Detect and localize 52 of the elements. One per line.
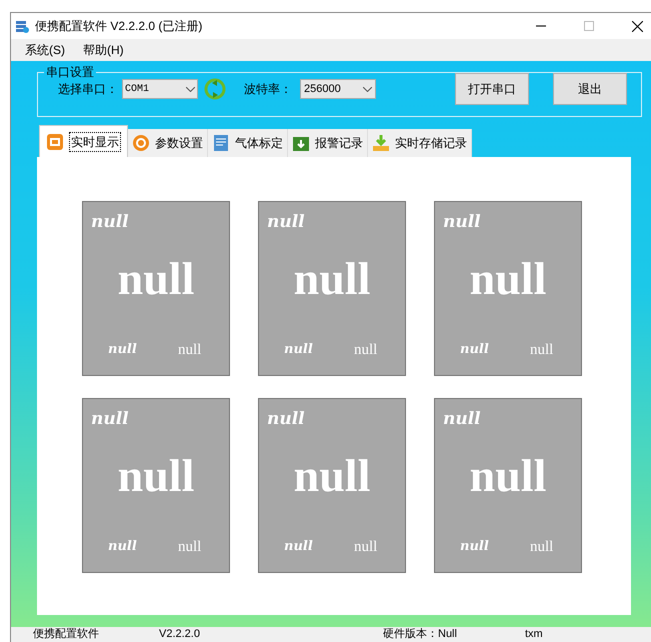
sensor-name: null: [267, 408, 305, 431]
tab-icon: [132, 134, 150, 152]
sensor-value: null: [468, 256, 548, 302]
caret-icon: [186, 86, 195, 92]
baud-dropdown[interactable]: 256000: [300, 79, 376, 99]
baud-label: 波特率：: [244, 81, 292, 98]
sensor-status: null: [178, 538, 202, 556]
sensor-value: null: [116, 256, 196, 302]
tab-icon: [372, 134, 390, 152]
sensor-name: null: [443, 211, 481, 234]
sensor-name: null: [91, 211, 129, 234]
caret-icon: [363, 86, 372, 92]
sensor-status: null: [354, 340, 378, 360]
tab-icon: [292, 134, 310, 152]
tab[interactable]: 实时存储记录: [368, 129, 472, 157]
sensor-status: null: [178, 340, 202, 360]
sensor-status: null: [354, 538, 378, 556]
sensor-value: null: [468, 453, 548, 499]
sensor-status: null: [530, 340, 554, 360]
status-text: V2.2.2.0: [159, 627, 201, 642]
sensor-unit: null: [460, 340, 489, 358]
sensor-name: null: [91, 408, 129, 431]
status-text: txm: [525, 627, 543, 642]
sensor-value: null: [116, 453, 196, 499]
sensor-unit: null: [460, 538, 489, 556]
button[interactable]: 退出: [553, 73, 627, 105]
status-text: 便携配置软件: [33, 626, 100, 642]
sensor-name: null: [267, 211, 305, 234]
tab-icon: [46, 132, 64, 150]
tab[interactable]: 实时显示: [39, 125, 128, 157]
sensor-unit: null: [108, 340, 137, 358]
button[interactable]: 打开串口: [455, 73, 529, 105]
tab[interactable]: 气体标定: [208, 129, 288, 157]
tab[interactable]: 报警记录: [288, 129, 368, 157]
tab-icon: [212, 134, 230, 152]
sensor-unit: null: [108, 538, 137, 556]
sensor-name: null: [443, 408, 481, 431]
status-text: 硬件版本：Null: [383, 627, 458, 642]
app-icon: [15, 19, 29, 33]
sensor-status: null: [530, 538, 554, 556]
port-dropdown[interactable]: COM1: [122, 79, 198, 99]
close-icon[interactable]: [632, 20, 643, 32]
menu-item[interactable]: 帮助(H): [83, 41, 124, 59]
group-title: 串口设置: [45, 64, 95, 81]
menu-item[interactable]: 系统(S): [25, 41, 65, 59]
port-label: 选择串口：: [58, 81, 118, 98]
sensor-unit: null: [284, 340, 313, 358]
tab[interactable]: 参数设置: [128, 129, 208, 157]
sensor-unit: null: [284, 538, 313, 556]
sensor-value: null: [292, 453, 372, 499]
window-title: 便携配置软件 V2.2.2.0 (已注册): [35, 18, 202, 35]
sensor-value: null: [292, 256, 372, 302]
